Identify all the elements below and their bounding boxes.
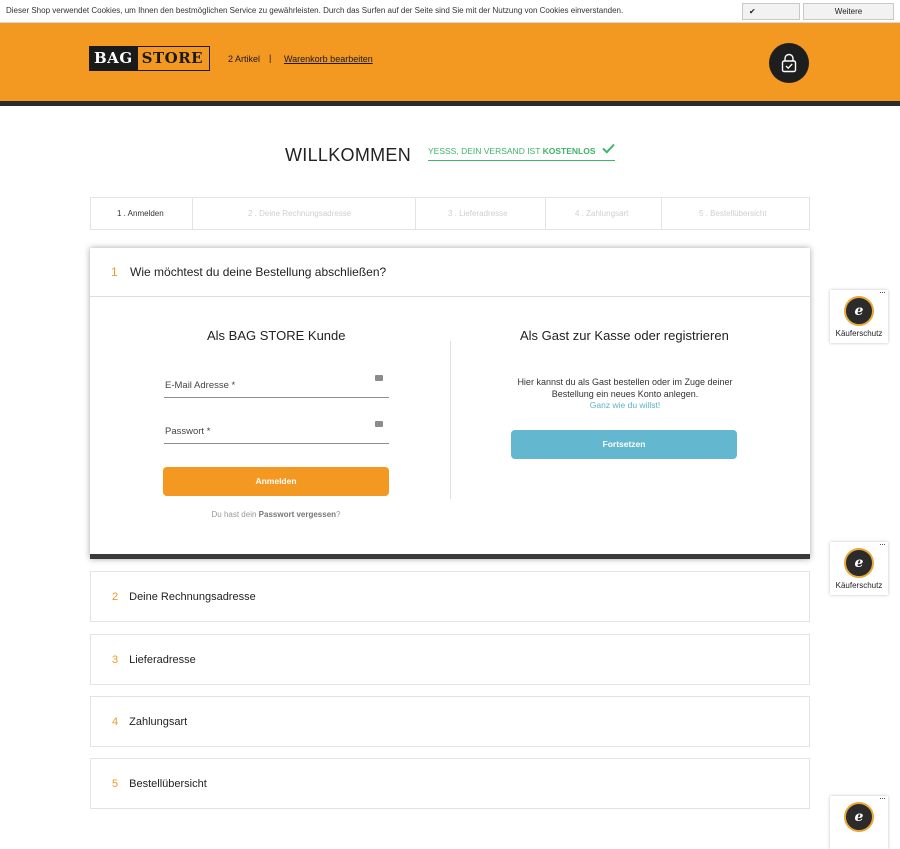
trusted-shops-seal-icon: e [844,802,874,832]
login-button[interactable]: Anmelden [163,467,389,496]
section-title-text: Deine Rechnungsadresse [129,591,256,603]
step-divider [192,198,193,229]
password-label: Passwort * [165,426,211,437]
cookie-close-button[interactable]: ✔ Schließen [742,3,800,31]
panel-title: 1 Wie möchtest du deine Bestellung absch… [111,265,386,279]
edit-cart-link[interactable]: Warenkorb bearbeiten [284,54,373,64]
badge-more-icon[interactable]: ··· [879,539,886,549]
shipping-text: YESSS, DEIN VERSAND IST [428,146,541,156]
login-panel: 1 Wie möchtest du deine Bestellung absch… [90,248,810,559]
email-field[interactable]: E-Mail Adresse * [164,372,389,398]
step-login[interactable]: 1 . Anmelden [117,198,164,229]
guest-tagline-link[interactable]: Ganz wie du willst! [510,400,740,410]
badge-more-icon[interactable]: ··· [879,287,886,297]
shipping-free-label: KOSTENLOS [542,146,596,156]
password-manager-icon[interactable] [375,375,383,381]
section-title: 5 Bestellübersicht [112,778,207,790]
section-number: 5 [112,778,119,790]
logo-part-bag: BAG [90,47,138,70]
trusted-shops-seal-icon: e [844,548,874,578]
trusted-shops-badge[interactable]: ··· e Käuferschutz [830,539,888,595]
guest-checkout-title: Als Gast zur Kasse oder registrieren [520,328,729,343]
section-title: 4 Zahlungsart [112,716,187,728]
section-payment-method[interactable]: 4 Zahlungsart [90,696,810,747]
checkmark-icon [602,143,615,154]
checkout-steps: 1 . Anmelden 2 . Deine Rechnungsadresse … [90,197,810,230]
panel-header: 1 Wie möchtest du deine Bestellung absch… [90,248,810,297]
bag-store-logo[interactable]: BAG STORE [89,46,210,71]
continue-button[interactable]: Fortsetzen [511,430,737,459]
section-delivery-address[interactable]: 3 Lieferadresse [90,634,810,685]
email-label: E-Mail Adresse * [165,380,236,391]
buyer-protection-label: Käuferschutz [835,329,883,338]
customer-login-title: Als BAG STORE Kunde [207,328,346,343]
section-title-text: Zahlungsart [129,716,188,728]
step-divider [661,198,662,229]
panel-step-number: 1 [111,265,118,279]
trusted-shops-badge[interactable]: ··· e Käuferschutz [830,287,888,343]
section-title-text: Lieferadresse [129,654,196,666]
header-bottom-bar [0,101,900,106]
forgot-prefix: Du hast dein [211,510,257,519]
free-shipping-notice: YESSS, DEIN VERSAND IST KOSTENLOS [428,143,615,161]
column-divider [450,341,451,499]
section-order-overview[interactable]: 5 Bestellübersicht [90,758,810,809]
page-title: WILLKOMMEN [285,145,412,165]
panel-title-text: Wie möchtest du deine Bestellung abschli… [130,265,387,279]
trusted-shops-seal-icon: e [844,296,874,326]
section-number: 2 [112,591,119,603]
section-billing-address[interactable]: 2 Deine Rechnungsadresse [90,571,810,622]
password-manager-icon[interactable] [375,421,383,427]
step-delivery-address: 3 . Lieferadresse [448,209,508,218]
site-header: BAG STORE 2 Artikel | Warenkorb bearbeit… [0,23,900,101]
badge-more-icon[interactable]: ··· [879,793,886,803]
section-title: 2 Deine Rechnungsadresse [112,591,256,603]
step-order-overview: 5 . Bestellübersicht [699,209,767,218]
cart-separator: | [269,53,272,63]
password-field[interactable]: Passwort * [164,418,389,444]
lock-icon [781,53,797,73]
cookie-more-info-button[interactable]: Weitere Informationen [803,3,894,31]
cookie-bar: Dieser Shop verwendet Cookies, um Ihnen … [0,0,900,31]
logo-part-store: STORE [141,49,204,67]
trusted-shops-badge[interactable]: ··· e [830,793,888,849]
step-divider [415,198,416,229]
step-billing-address: 2 . Deine Rechnungsadresse [248,209,352,218]
cookie-notice-text: Dieser Shop verwendet Cookies, um Ihnen … [6,6,624,15]
secure-checkout-badge [769,43,809,83]
guest-description: Hier kannst du als Gast bestellen oder i… [517,377,733,399]
section-title: 3 Lieferadresse [112,654,196,666]
section-number: 3 [112,654,119,666]
forgot-password-text: Du hast dein Passwort vergessen? [90,510,462,519]
buyer-protection-label: Käuferschutz [835,581,883,590]
forgot-suffix: ? [336,510,341,519]
step-payment-method: 4 . Zahlungsart [575,209,629,218]
section-number: 4 [112,716,119,728]
forgot-password-link[interactable]: Passwort vergessen [259,510,336,519]
step-divider [545,198,546,229]
cart-item-count: 2 Artikel [228,54,261,64]
section-title-text: Bestellübersicht [129,778,207,790]
